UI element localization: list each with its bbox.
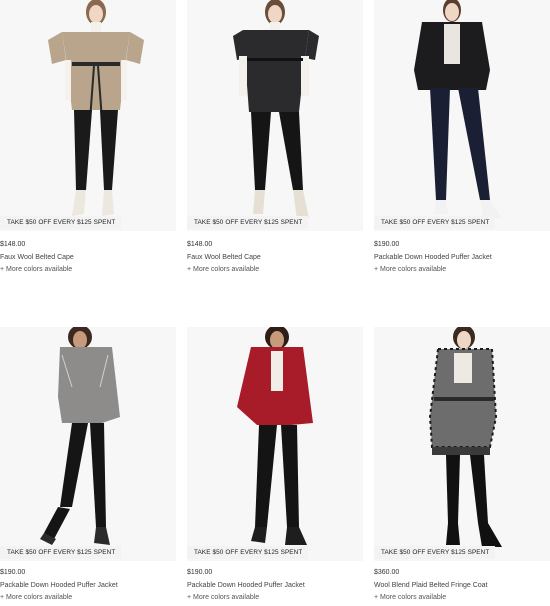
product-image[interactable]: TAKE $50 OFF EVERY $125 SPENT: [374, 327, 550, 561]
product-card[interactable]: TAKE $50 OFF EVERY $125 SPENT $190.00 Pa…: [0, 327, 176, 602]
model-photo: [40, 327, 120, 545]
product-info: $148.00 Faux Wool Belted Cape + More col…: [0, 231, 176, 274]
product-card[interactable]: TAKE $50 OFF EVERY $125 SPENT $360.00 Wo…: [374, 327, 550, 602]
model-photo: [233, 0, 319, 220]
more-colors-link[interactable]: + More colors available: [187, 265, 363, 274]
product-card[interactable]: TAKE $50 OFF EVERY $125 SPENT $190.00 Pa…: [374, 0, 550, 274]
promo-badge: TAKE $50 OFF EVERY $125 SPENT: [374, 546, 496, 559]
product-price: $148.00: [0, 241, 26, 248]
product-image[interactable]: TAKE $50 OFF EVERY $125 SPENT: [0, 327, 176, 561]
promo-badge: TAKE $50 OFF EVERY $125 SPENT: [374, 216, 496, 229]
product-price: $190.00: [0, 569, 26, 576]
promo-badge: TAKE $50 OFF EVERY $125 SPENT: [0, 546, 122, 559]
promo-badge: TAKE $50 OFF EVERY $125 SPENT: [187, 216, 309, 229]
product-info: $190.00 Packable Down Hooded Puffer Jack…: [187, 561, 363, 602]
product-card[interactable]: TAKE $50 OFF EVERY $125 SPENT $190.00 Pa…: [187, 327, 363, 602]
product-info: $190.00 Packable Down Hooded Puffer Jack…: [374, 231, 550, 274]
product-image[interactable]: TAKE $50 OFF EVERY $125 SPENT: [187, 0, 363, 231]
product-price: $148.00: [187, 241, 213, 248]
model-photo: [237, 327, 313, 545]
more-colors-link[interactable]: + More colors available: [374, 265, 550, 274]
product-image[interactable]: TAKE $50 OFF EVERY $125 SPENT: [187, 327, 363, 561]
product-name[interactable]: Faux Wool Belted Cape: [187, 253, 363, 262]
more-colors-link[interactable]: + More colors available: [0, 593, 176, 602]
product-info: $148.00 Faux Wool Belted Cape + More col…: [187, 231, 363, 274]
model-photo: [48, 0, 144, 216]
product-image[interactable]: TAKE $50 OFF EVERY $125 SPENT: [0, 0, 176, 231]
product-info: $190.00 Packable Down Hooded Puffer Jack…: [0, 561, 176, 602]
more-colors-link[interactable]: + More colors available: [374, 593, 550, 602]
more-colors-link[interactable]: + More colors available: [0, 265, 176, 274]
product-price: $190.00: [374, 241, 400, 248]
product-name[interactable]: Packable Down Hooded Puffer Jacket: [374, 253, 550, 262]
product-price: $190.00: [187, 569, 213, 576]
product-name[interactable]: Packable Down Hooded Puffer Jacket: [0, 581, 176, 590]
product-name[interactable]: Wool Blend Plaid Belted Fringe Coat: [374, 581, 550, 590]
product-grid: TAKE $50 OFF EVERY $125 SPENT $148.00 Fa…: [0, 0, 550, 606]
promo-badge: TAKE $50 OFF EVERY $125 SPENT: [187, 546, 309, 559]
product-image[interactable]: TAKE $50 OFF EVERY $125 SPENT: [374, 0, 550, 231]
product-info: $360.00 Wool Blend Plaid Belted Fringe C…: [374, 561, 550, 602]
more-colors-link[interactable]: + More colors available: [187, 593, 363, 602]
model-photo: [428, 327, 502, 547]
product-card[interactable]: TAKE $50 OFF EVERY $125 SPENT $148.00 Fa…: [0, 0, 176, 274]
model-photo: [414, 0, 502, 220]
product-name[interactable]: Packable Down Hooded Puffer Jacket: [187, 581, 363, 590]
product-price: $360.00: [374, 569, 400, 576]
product-card[interactable]: TAKE $50 OFF EVERY $125 SPENT $148.00 Fa…: [187, 0, 363, 274]
promo-badge: TAKE $50 OFF EVERY $125 SPENT: [0, 216, 122, 229]
product-name[interactable]: Faux Wool Belted Cape: [0, 253, 176, 262]
